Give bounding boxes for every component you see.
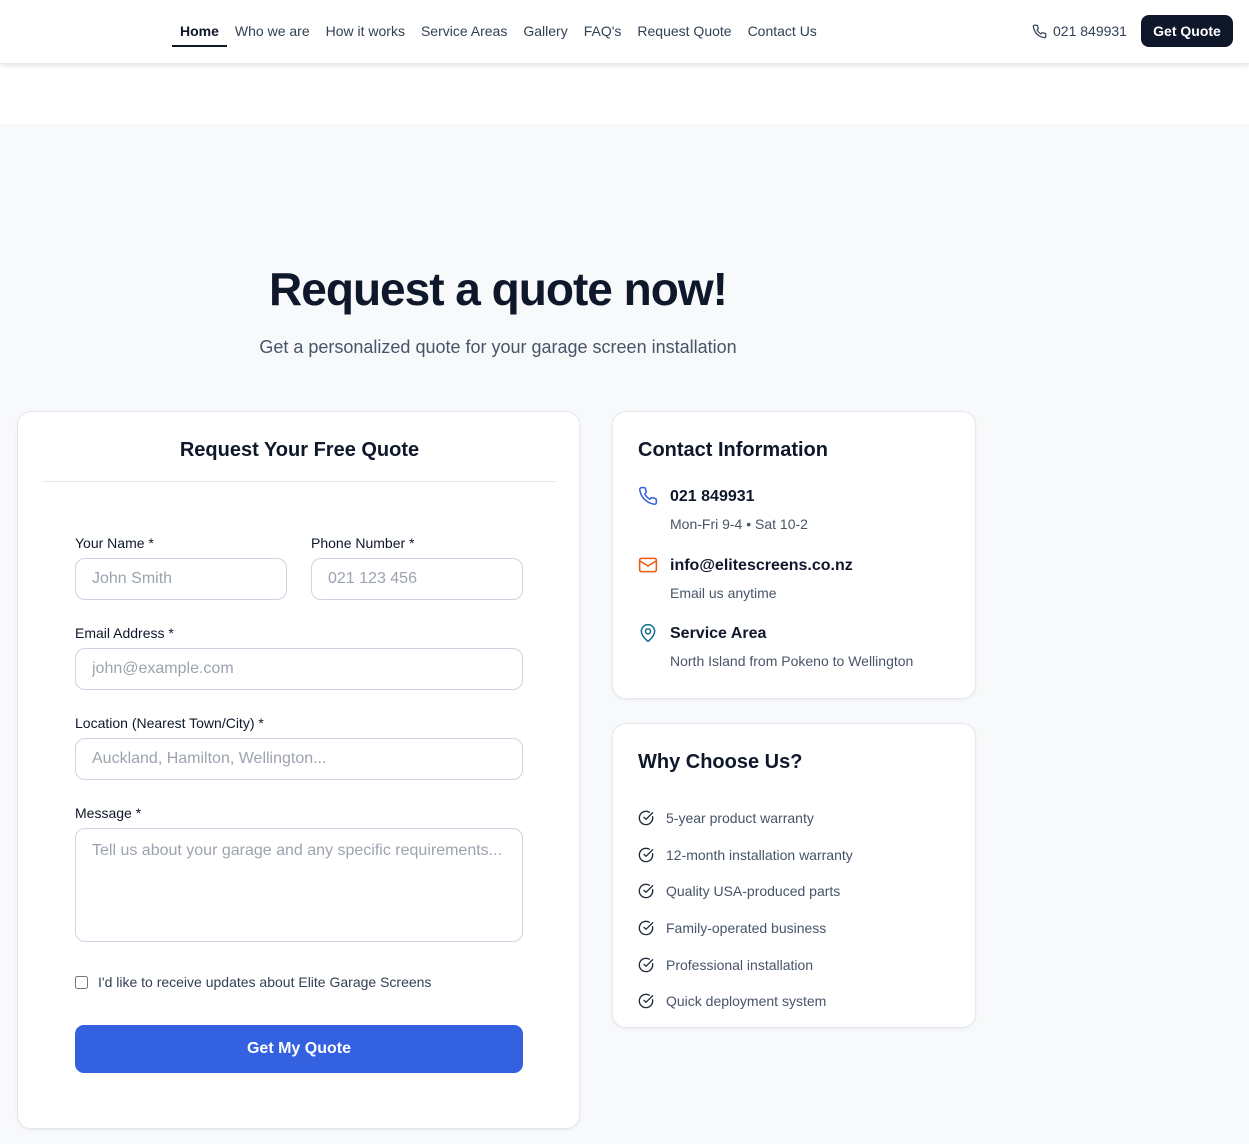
updates-checkbox[interactable] (75, 975, 88, 989)
updates-checkbox-label[interactable]: I'd like to receive updates about Elite … (98, 974, 431, 990)
header-phone-number: 021 849931 (1053, 23, 1127, 39)
phone-icon (1032, 24, 1047, 38)
why-item-text: Quality USA-produced parts (666, 883, 841, 900)
list-item: 12-month installation warranty (638, 837, 853, 874)
why-item-text: Family-operated business (666, 920, 827, 937)
nav-request-quote[interactable]: Request Quote (629, 0, 739, 64)
list-item: Quick deployment system (638, 983, 853, 1020)
location-input[interactable] (75, 738, 523, 780)
why-item-text: 5-year product warranty (666, 810, 814, 827)
why-item-text: Quick deployment system (666, 993, 827, 1010)
name-label: Your Name * (75, 535, 154, 551)
contact-email[interactable]: info@elitescreens.co.nz (670, 557, 853, 575)
quote-form-card: Request Your Free Quote Your Name * Phon… (17, 411, 580, 1129)
form-title: Request Your Free Quote (179, 439, 420, 461)
nav-service-areas[interactable]: Service Areas (413, 0, 515, 64)
nav-contact-us[interactable]: Contact Us (740, 0, 825, 64)
phone-input[interactable] (311, 558, 523, 600)
updates-checkbox-row: I'd like to receive updates about Elite … (75, 974, 431, 990)
get-my-quote-button[interactable]: Get My Quote (75, 1025, 523, 1073)
mail-icon (638, 557, 658, 573)
contact-phone[interactable]: 021 849931 (670, 488, 755, 506)
map-pin-icon (640, 623, 656, 643)
message-label: Message * (75, 805, 142, 821)
main-nav: Home Who we are How it works Service Are… (172, 0, 825, 64)
why-item-text: 12-month installation warranty (666, 846, 853, 863)
nav-gallery[interactable]: Gallery (515, 0, 575, 64)
list-item: Quality USA-produced parts (638, 873, 853, 910)
phone-icon (639, 486, 658, 505)
contact-phone-hours: Mon-Fri 9-4 • Sat 10-2 (670, 516, 808, 532)
nav-how-it-works[interactable]: How it works (318, 0, 413, 64)
check-circle-icon (638, 810, 654, 826)
why-heading: Why Choose Us? (638, 751, 803, 773)
nav-who-we-are[interactable]: Who we are (227, 0, 318, 64)
form-divider (43, 481, 556, 482)
check-circle-icon (638, 847, 654, 863)
page-subtitle: Get a personalized quote for your garage… (259, 337, 737, 357)
phone-label: Phone Number * (311, 535, 415, 551)
why-choose-us-card: Why Choose Us? 5-year product warranty 1… (612, 723, 976, 1028)
check-circle-icon (638, 920, 654, 936)
message-textarea[interactable] (75, 828, 523, 942)
check-circle-icon (638, 957, 654, 972)
email-label: Email Address * (75, 625, 174, 641)
top-navbar: Home Who we are How it works Service Are… (0, 0, 1249, 64)
name-input[interactable] (75, 558, 287, 600)
contact-service-area-note: North Island from Pokeno to Wellington (670, 653, 914, 669)
contact-info-card: Contact Information 021 849931 Mon-Fri 9… (612, 411, 976, 699)
contact-heading: Contact Information (638, 439, 828, 461)
contact-service-area: Service Area (670, 625, 767, 642)
get-quote-button[interactable]: Get Quote (1141, 15, 1233, 47)
location-label: Location (Nearest Town/City) * (75, 715, 264, 731)
page-title: Request a quote now! (269, 263, 728, 315)
list-item: Professional installation (638, 946, 853, 983)
check-circle-icon (638, 993, 654, 1009)
why-item-text: Professional installation (666, 956, 814, 973)
header-phone-link[interactable]: 021 849931 (1032, 20, 1127, 42)
list-item: 5-year product warranty (638, 800, 853, 837)
nav-home[interactable]: Home (172, 0, 227, 64)
list-item: Family-operated business (638, 910, 853, 947)
why-list: 5-year product warranty 12-month install… (638, 800, 853, 1020)
email-input[interactable] (75, 648, 523, 690)
contact-email-note: Email us anytime (670, 585, 777, 601)
nav-faqs[interactable]: FAQ's (576, 0, 630, 64)
check-circle-icon (638, 884, 654, 899)
